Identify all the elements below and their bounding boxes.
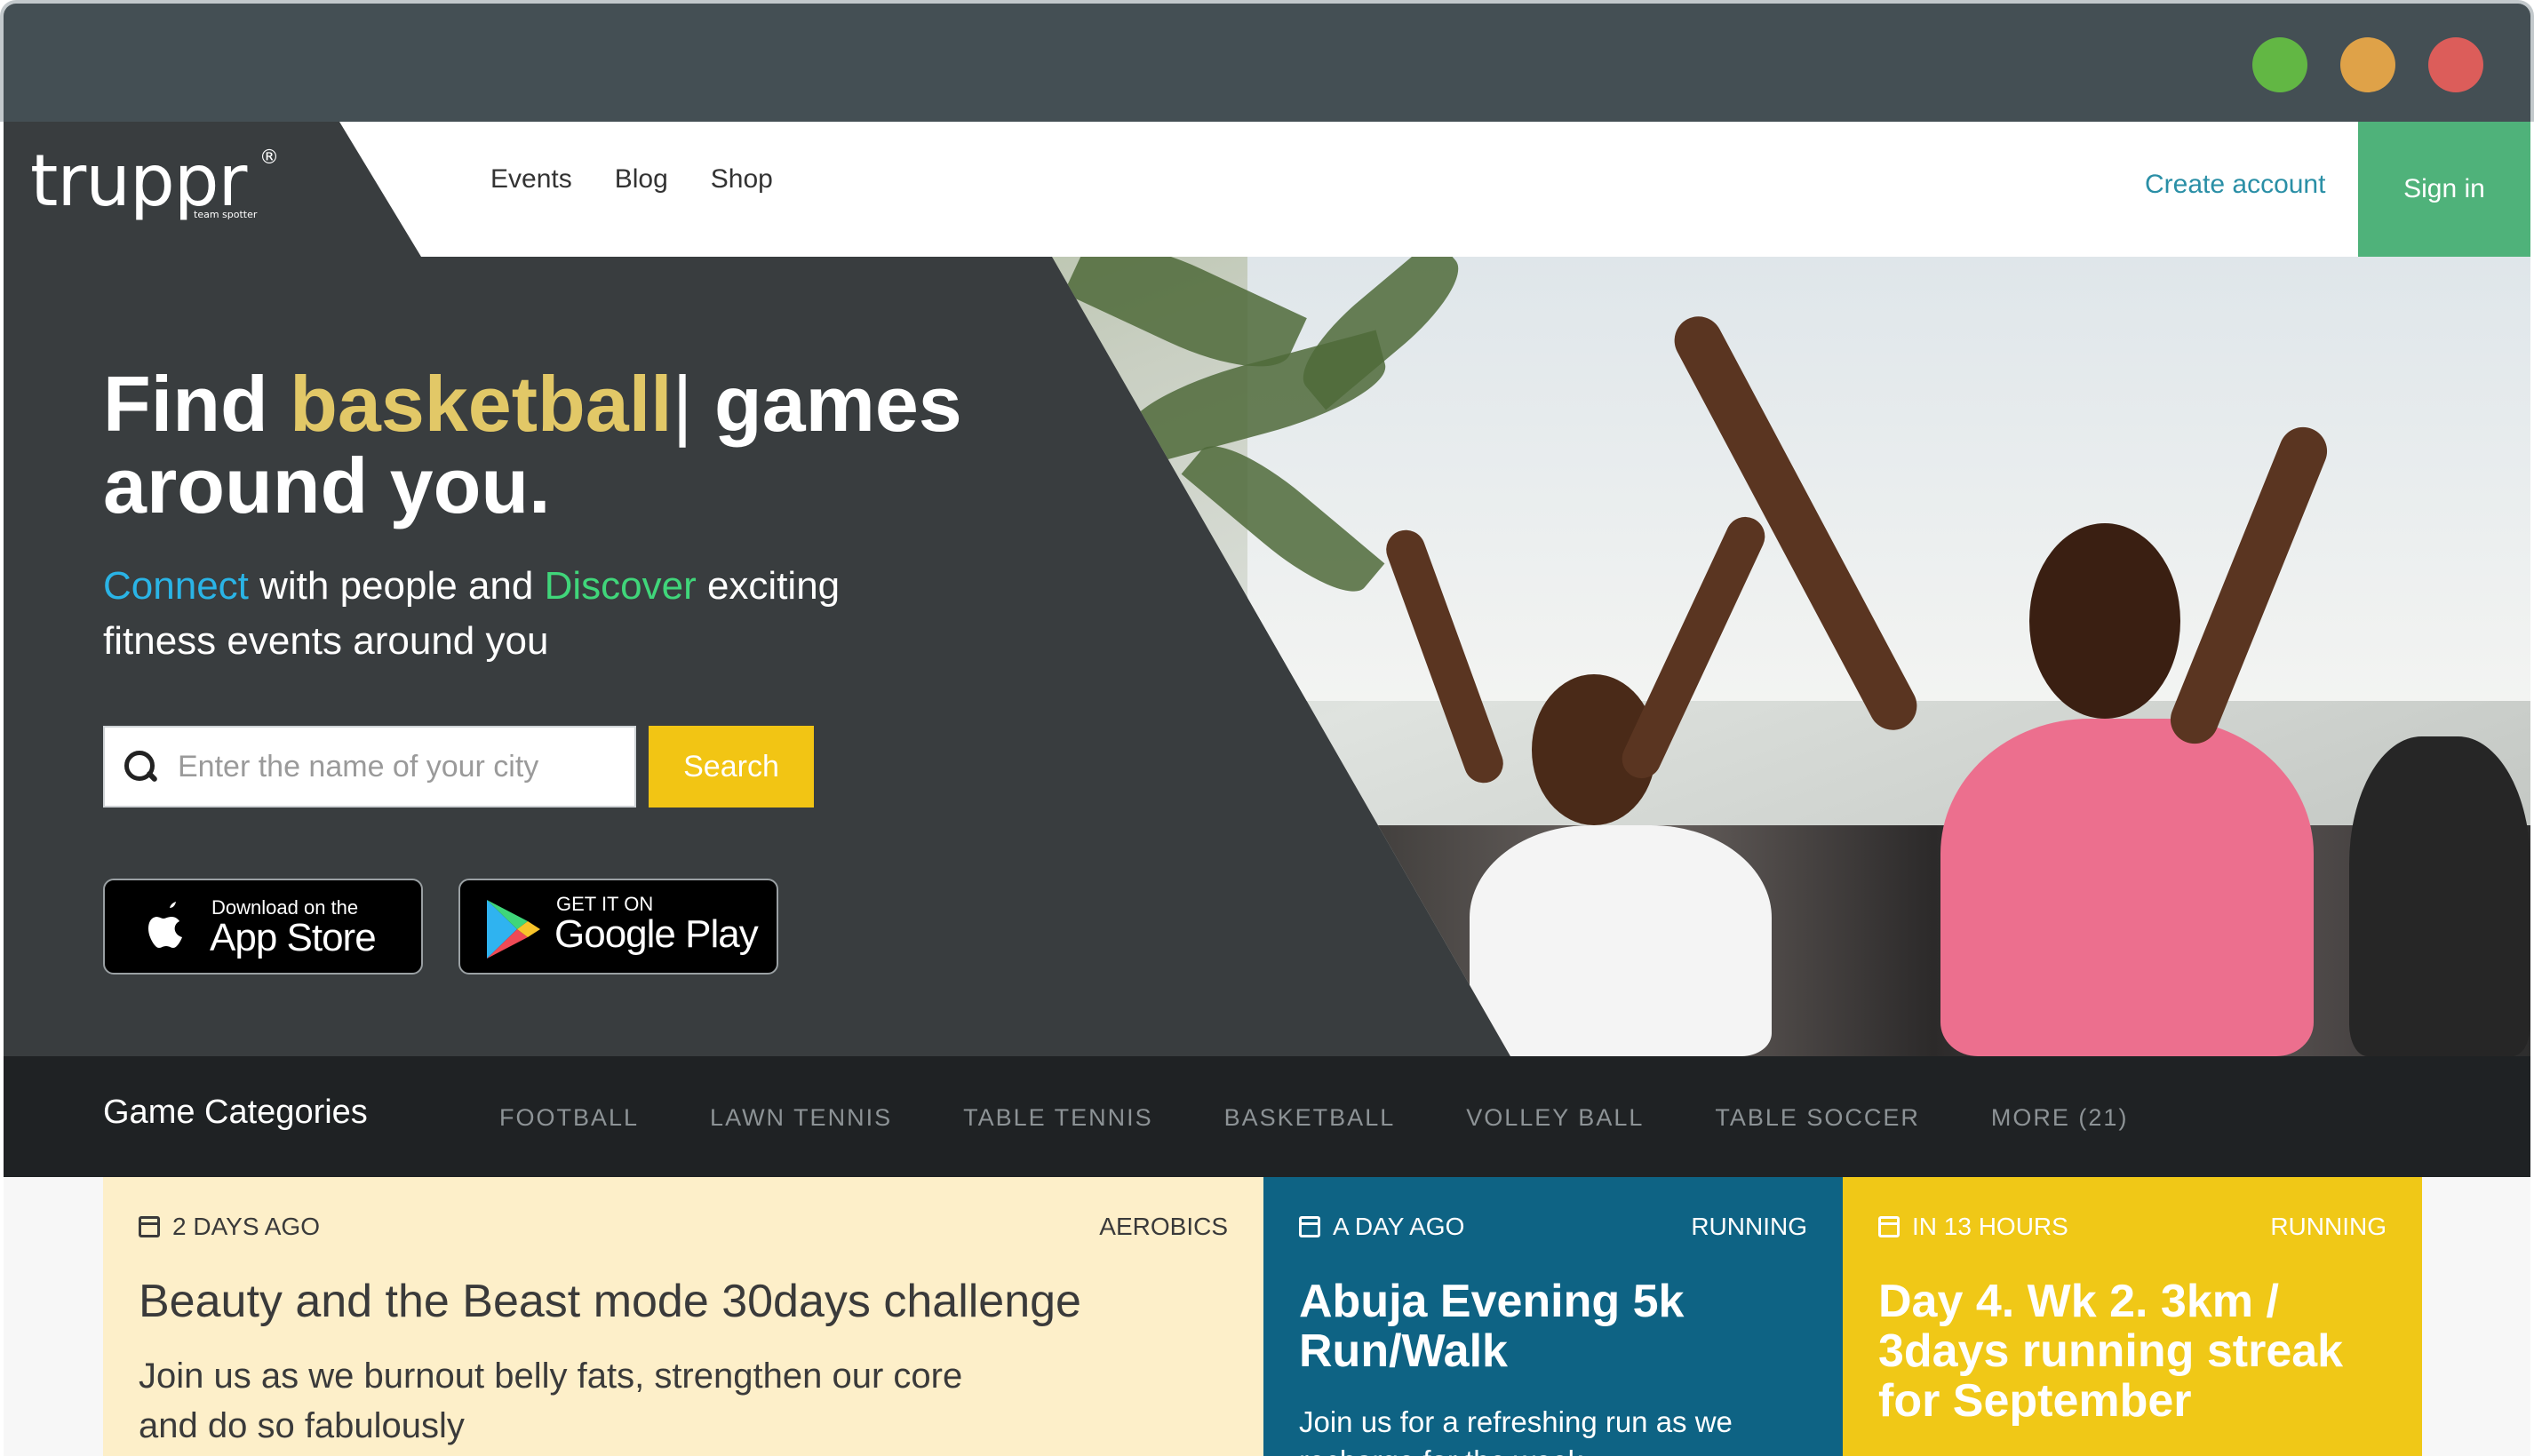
category-table-soccer[interactable]: TABLE SOCCER [1715, 1104, 1920, 1132]
category-volley-ball[interactable]: VOLLEY BALL [1466, 1104, 1644, 1132]
calendar-icon [1878, 1216, 1900, 1237]
search-button[interactable]: Search [649, 726, 814, 808]
event-cards: 2 DAYS AGO AEROBICS Beauty and the Beast… [4, 1177, 2530, 1456]
google-play-icon [487, 900, 540, 959]
event-time: 2 DAYS AGO [139, 1213, 320, 1241]
event-description: Join us for a refreshing run as we recha… [1299, 1405, 1733, 1456]
category-football[interactable]: FOOTBALL [499, 1104, 639, 1132]
event-card[interactable]: A DAY AGO RUNNING Abuja Evening 5k Run/W… [1263, 1177, 1843, 1456]
category-basketball[interactable]: BASKETBALL [1224, 1104, 1396, 1132]
create-account-link[interactable]: Create account [2145, 170, 2325, 200]
event-time: IN 13 HOURS [1878, 1213, 2068, 1241]
runner-man-shirt [2349, 736, 2530, 1056]
appstore-big-text: App Store [210, 916, 377, 959]
categories-title: Game Categories [103, 1094, 368, 1131]
event-title: Abuja Evening 5k Run/Walk [1299, 1276, 1685, 1377]
event-description: Join us as we burnout belly fats, streng… [139, 1357, 963, 1445]
event-title: Beauty and the Beast mode 30days challen… [139, 1276, 1081, 1327]
event-title: Day 4. Wk 2. 3km / 3days running streak … [1878, 1276, 2344, 1427]
close-button[interactable] [2428, 37, 2483, 92]
category-more[interactable]: MORE (21) [1991, 1104, 2129, 1132]
category-table-tennis[interactable]: TABLE TENNIS [963, 1104, 1153, 1132]
hero-subline: Connect with people and Discover excitin… [103, 564, 841, 663]
hero-headline: Find basketball| games around you. [103, 360, 962, 529]
app-store-badge[interactable]: Download on the App Store [103, 879, 423, 975]
sign-in-button[interactable]: Sign in [2358, 122, 2530, 257]
apple-icon [148, 902, 182, 948]
game-categories-bar: Game Categories FOOTBALL LAWN TENNIS TAB… [4, 1056, 2530, 1177]
browser-viewport: truppr ® team spotter Events Blog Shop C… [4, 122, 2530, 1456]
runner-woman-head [2029, 523, 2180, 719]
event-card[interactable]: 2 DAYS AGO AEROBICS Beauty and the Beast… [103, 1177, 1263, 1456]
city-search-box [103, 726, 636, 808]
runner-child-shirt [1470, 825, 1772, 1056]
city-search-input[interactable] [178, 749, 622, 784]
nav-blog-link[interactable]: Blog [615, 164, 668, 195]
registered-mark: ® [259, 147, 279, 169]
event-time: A DAY AGO [1299, 1213, 1464, 1241]
search-icon [123, 749, 158, 784]
nav-shop-link[interactable]: Shop [711, 164, 773, 195]
calendar-icon [1299, 1216, 1320, 1237]
top-navbar: truppr ® team spotter Events Blog Shop C… [4, 122, 2530, 257]
maximize-button[interactable] [2252, 37, 2307, 92]
google-play-badge[interactable]: GET IT ON Google Play [458, 879, 778, 975]
logo-tagline: team spotter [194, 209, 258, 220]
event-card[interactable]: IN 13 HOURS RUNNING Day 4. Wk 2. 3km / 3… [1843, 1177, 2422, 1456]
calendar-icon [139, 1216, 160, 1237]
window-titlebar [0, 0, 2534, 122]
runner-woman-shirt [1940, 719, 2314, 1056]
minimize-button[interactable] [2340, 37, 2395, 92]
nav-events-link[interactable]: Events [490, 164, 572, 195]
event-category: AEROBICS [1099, 1213, 1228, 1240]
main-nav: Events Blog Shop [490, 164, 773, 195]
categories-list: FOOTBALL LAWN TENNIS TABLE TENNIS BASKET… [499, 1104, 2128, 1132]
category-lawn-tennis[interactable]: LAWN TENNIS [710, 1104, 892, 1132]
event-category: RUNNING [2270, 1213, 2387, 1240]
googleplay-big-text: Google Play [554, 912, 759, 956]
event-category: RUNNING [1691, 1213, 1807, 1240]
hero-section: Find basketball| games around you. Conne… [4, 257, 2530, 1056]
headline-sport: basketball [290, 360, 673, 448]
